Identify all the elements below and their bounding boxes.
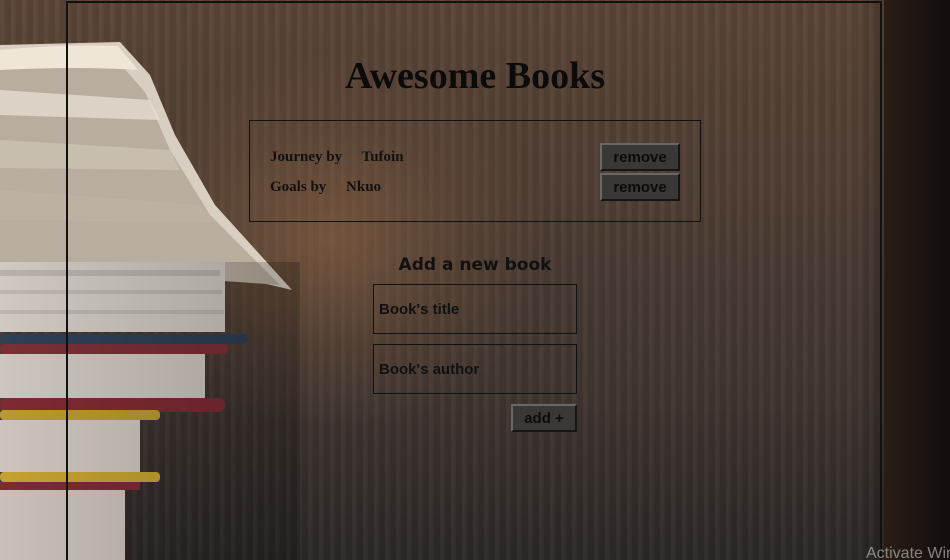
book-title: Goals xyxy=(270,178,307,195)
remove-button[interactable]: remove xyxy=(600,173,680,201)
book-author-input[interactable] xyxy=(373,344,577,394)
page-title: Awesome Books xyxy=(344,55,605,97)
book-row: Journey by Tufoin remove xyxy=(270,143,680,171)
book-info: Goals by Nkuo xyxy=(270,179,381,196)
book-author: Nkuo xyxy=(346,178,382,195)
book-author: Tufoin xyxy=(361,148,404,165)
book-row: Goals by Nkuo remove xyxy=(270,173,680,201)
book-by-label: by xyxy=(326,148,343,165)
activate-windows-watermark: Activate Windows xyxy=(866,545,950,560)
book-info: Journey by Tufoin xyxy=(270,149,404,166)
book-by-label: by xyxy=(310,178,327,195)
add-book-button[interactable]: add + xyxy=(511,404,577,432)
book-title-input[interactable] xyxy=(373,284,577,334)
book-title: Journey xyxy=(270,148,323,165)
add-book-heading: Add a new book xyxy=(398,255,552,275)
remove-button[interactable]: remove xyxy=(600,143,680,171)
book-list: Journey by Tufoin remove Goals by Nkuo r… xyxy=(249,120,701,222)
